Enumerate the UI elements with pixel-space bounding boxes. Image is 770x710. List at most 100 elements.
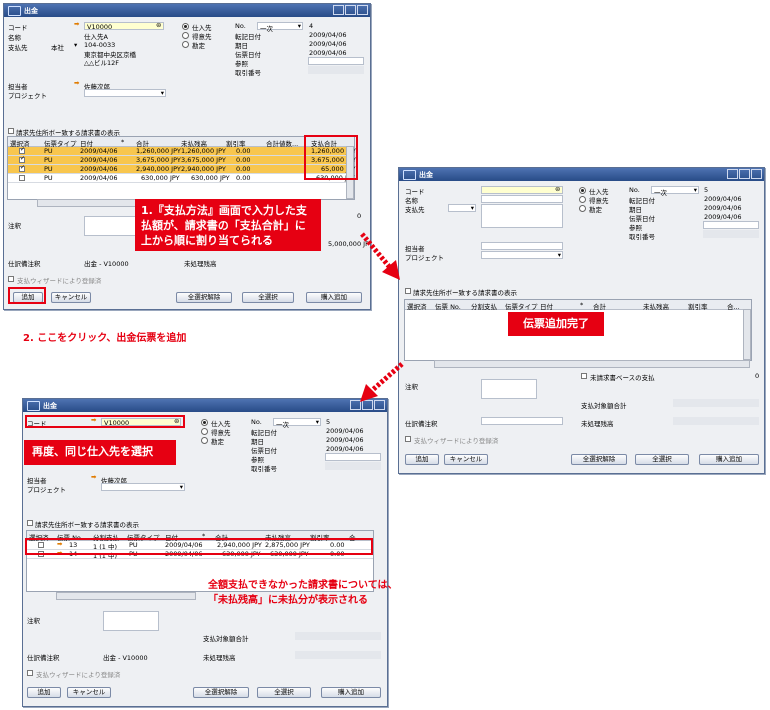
due-date-value[interactable]: 2009/04/06: [704, 204, 741, 212]
minimize-icon[interactable]: [333, 5, 344, 15]
link-arrow-icon[interactable]: ➡: [91, 473, 96, 481]
project-field[interactable]: ▾: [84, 89, 166, 97]
series-select[interactable]: 一次 ▾: [257, 22, 303, 33]
chevron-down-icon[interactable]: ▾: [298, 22, 301, 30]
col-header[interactable]: 未払残高: [643, 301, 669, 311]
col-header[interactable]: *: [121, 138, 124, 146]
row-checkbox[interactable]: [19, 146, 25, 154]
select-all-button[interactable]: 全選択: [242, 292, 294, 303]
select-all-button[interactable]: 全選択: [635, 454, 689, 465]
radio-customer[interactable]: [201, 428, 208, 435]
radio-customer[interactable]: [579, 196, 586, 203]
radio-vendor[interactable]: [201, 419, 208, 426]
due-date-value[interactable]: 2009/04/06: [309, 40, 346, 48]
link-arrow-icon[interactable]: ➡: [74, 20, 79, 28]
add-button[interactable]: 追加: [405, 454, 439, 465]
close-icon[interactable]: [751, 169, 762, 179]
lookup-icon[interactable]: ⊜: [555, 185, 560, 193]
radio-vendor[interactable]: [182, 23, 189, 30]
cancel-button[interactable]: キャンセル: [67, 687, 111, 698]
cancel-button[interactable]: キャンセル: [51, 292, 91, 303]
deselect-all-button[interactable]: 全選択解除: [193, 687, 249, 698]
posting-date-value[interactable]: 2009/04/06: [326, 427, 363, 435]
code-field[interactable]: V10000: [84, 22, 164, 31]
payment-means-button[interactable]: 購入追加: [699, 454, 759, 465]
table-row[interactable]: PU 2009/04/06 630,000 JPY 630,000 JPY 0.…: [8, 174, 355, 183]
radio-vendor[interactable]: [579, 187, 586, 194]
deselect-all-button[interactable]: 全選択解除: [571, 454, 627, 465]
radio-account[interactable]: [579, 205, 586, 212]
vertical-scrollbar[interactable]: [743, 309, 751, 360]
row-checkbox[interactable]: [19, 164, 25, 172]
col-header[interactable]: 割引率: [688, 301, 708, 311]
journal-field[interactable]: [481, 417, 563, 425]
journal-value[interactable]: 出金 - V10000: [84, 258, 129, 268]
remarks-field[interactable]: [84, 216, 140, 236]
payment-means-button[interactable]: 購入追加: [306, 292, 362, 303]
select-all-button[interactable]: 全選択: [257, 687, 311, 698]
deselect-all-button[interactable]: 全選択解除: [176, 292, 232, 303]
col-header[interactable]: 伝票 No.: [435, 301, 461, 311]
code-field[interactable]: [481, 186, 563, 194]
col-header[interactable]: 伝票タイプ: [505, 301, 538, 311]
col-header[interactable]: 日付: [540, 301, 553, 311]
chevron-down-icon[interactable]: ▾: [74, 41, 77, 49]
table-row[interactable]: PU 2009/04/06 1,260,000 JPY 1,260,000 JP…: [8, 146, 356, 156]
col-header[interactable]: 選択済: [407, 301, 427, 311]
posting-date-value[interactable]: 2009/04/06: [309, 31, 346, 39]
link-arrow-icon[interactable]: ➡: [74, 79, 79, 87]
show-invoices-checkbox[interactable]: [405, 288, 411, 294]
chevron-down-icon[interactable]: ▾: [161, 89, 164, 97]
minimize-icon[interactable]: [727, 169, 738, 179]
payment-means-button[interactable]: 購入追加: [321, 687, 381, 698]
chevron-down-icon[interactable]: ▾: [471, 204, 474, 212]
maximize-icon[interactable]: [739, 169, 750, 179]
payee-select[interactable]: 本社: [51, 42, 64, 52]
doc-date-value[interactable]: 2009/04/06: [704, 213, 741, 221]
payee-select[interactable]: ▾: [448, 204, 476, 212]
reference-field[interactable]: [703, 221, 759, 229]
project-field[interactable]: ▾: [481, 251, 563, 259]
horizontal-scrollbar[interactable]: [434, 360, 750, 368]
cancel-button[interactable]: キャンセル: [444, 454, 488, 465]
base-invoice-checkbox[interactable]: [581, 373, 587, 379]
address-field[interactable]: [481, 204, 563, 228]
series-select[interactable]: 一次 ▾: [273, 418, 321, 429]
name-value[interactable]: 仕入先A: [84, 31, 108, 41]
row-checkbox[interactable]: [19, 175, 25, 181]
col-header[interactable]: *: [580, 301, 583, 309]
remarks-field[interactable]: [103, 611, 159, 631]
journal-value[interactable]: 出金 - V10000: [103, 652, 148, 662]
doc-date-value[interactable]: 2009/04/06: [309, 49, 346, 57]
table-row[interactable]: PU 2009/04/06 2,940,000 JPY 2,940,000 JP…: [8, 164, 355, 174]
chevron-down-icon[interactable]: ▾: [180, 483, 183, 491]
horizontal-scrollbar[interactable]: [56, 592, 196, 600]
radio-customer[interactable]: [182, 32, 189, 39]
remarks-field[interactable]: [481, 379, 537, 399]
due-date-value[interactable]: 2009/04/06: [326, 436, 363, 444]
radio-account[interactable]: [201, 437, 208, 444]
reference-field[interactable]: [308, 57, 364, 65]
contact-field[interactable]: [481, 242, 563, 250]
posting-date-value[interactable]: 2009/04/06: [704, 195, 741, 203]
table-row[interactable]: PU 2009/04/06 3,675,000 JPY 3,675,000 JP…: [8, 155, 356, 165]
row-checkbox[interactable]: [19, 155, 25, 163]
name-field[interactable]: [481, 195, 563, 203]
maximize-icon[interactable]: [345, 5, 356, 15]
lookup-icon[interactable]: ⊜: [156, 21, 161, 29]
project-field[interactable]: ▾: [101, 483, 185, 491]
col-header[interactable]: 合...: [727, 301, 740, 311]
radio-account[interactable]: [182, 41, 189, 48]
doc-date-value[interactable]: 2009/04/06: [326, 445, 363, 453]
add-button[interactable]: 追加: [27, 687, 61, 698]
chevron-down-icon[interactable]: ▾: [558, 251, 561, 259]
col-header[interactable]: 合計: [593, 301, 606, 311]
col-header[interactable]: 分割支払: [471, 301, 497, 311]
chevron-down-icon[interactable]: ▾: [316, 418, 319, 426]
show-invoices-checkbox[interactable]: [8, 128, 14, 134]
series-select[interactable]: 一次 ▾: [651, 186, 699, 197]
show-invoices-checkbox[interactable]: [27, 520, 33, 526]
chevron-down-icon[interactable]: ▾: [694, 186, 697, 194]
close-icon[interactable]: [357, 5, 368, 15]
reference-field[interactable]: [325, 453, 381, 461]
